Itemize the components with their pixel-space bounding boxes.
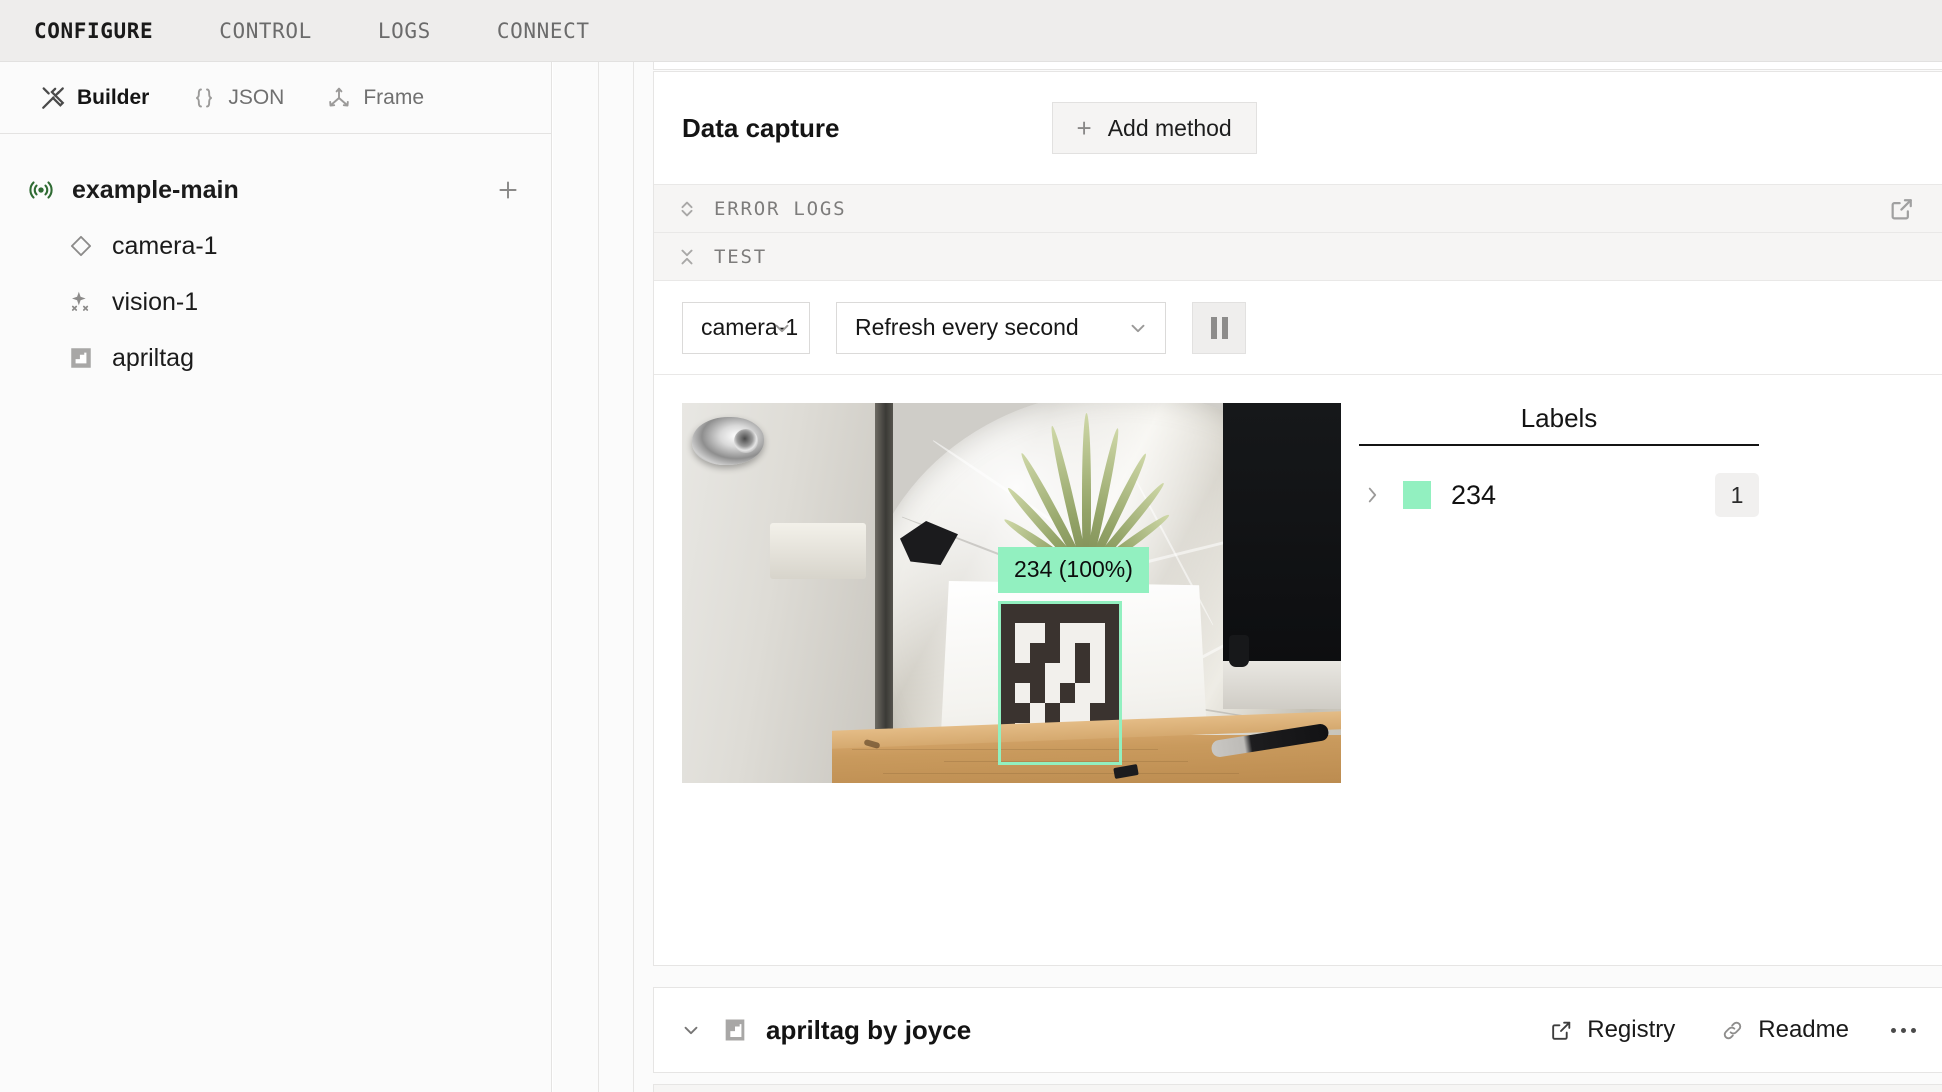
machine-signal-icon: [26, 175, 56, 205]
label-count-badge: 1: [1715, 473, 1759, 517]
diamond-icon: [66, 231, 96, 261]
add-method-label: Add method: [1107, 114, 1232, 141]
main-content-area: Data capture + Add method ERROR LOGS TES…: [553, 62, 1942, 1092]
next-card-top-edge: [653, 1084, 1942, 1092]
add-method-button[interactable]: + Add method: [1051, 102, 1257, 154]
section-label-test: TEST: [714, 245, 767, 268]
chevron-down-icon: [1127, 317, 1149, 339]
test-controls-row: camera-1 Refresh every second: [654, 281, 1942, 375]
braces-icon: [191, 85, 217, 111]
external-link-icon[interactable]: [1888, 195, 1916, 223]
resource-tree: example-main camera-1 vision-1 apriltag: [0, 134, 551, 386]
chevron-down-icon: [771, 317, 793, 339]
tree-item-camera-1-label: camera-1: [112, 231, 218, 260]
sidebar-tab-builder-label: Builder: [77, 85, 150, 109]
detection-label: 234 (100%): [998, 547, 1149, 593]
rail-divider-left: [598, 62, 599, 1092]
sidebar-tab-builder[interactable]: Builder: [40, 85, 149, 111]
sidebar-tab-frame-label: Frame: [363, 85, 425, 109]
stream-and-labels-row: 234 (100%) Labels 234 1: [654, 375, 1942, 813]
top-navigation-bar: CONFIGURE CONTROL LOGS CONNECT: [0, 0, 1942, 62]
label-row[interactable]: 234 1: [1359, 466, 1759, 524]
tree-item-apriltag-label: apriltag: [112, 343, 194, 372]
detection-bounding-box: [998, 601, 1122, 765]
tab-configure[interactable]: CONFIGURE: [34, 19, 153, 43]
pause-icon-bar2: [1221, 316, 1228, 339]
axes-icon: [326, 85, 352, 111]
door-knob: [692, 417, 764, 465]
tree-item-apriltag[interactable]: apriltag: [0, 330, 551, 386]
expand-vertical-icon: [674, 196, 700, 222]
tree-item-vision-1[interactable]: vision-1: [0, 274, 551, 330]
data-capture-row: Data capture + Add method: [654, 72, 1942, 185]
tab-logs[interactable]: LOGS: [378, 19, 431, 43]
window-sill: [1223, 661, 1341, 709]
section-header-error-logs[interactable]: ERROR LOGS: [654, 185, 1942, 233]
camera-stream-image[interactable]: 234 (100%): [682, 403, 1341, 783]
readme-link[interactable]: Readme: [1719, 1016, 1849, 1044]
module-card-header[interactable]: apriltag by joyce Registry Readme: [654, 988, 1942, 1072]
add-resource-button[interactable]: [493, 175, 523, 205]
refresh-interval-select[interactable]: Refresh every second: [836, 301, 1166, 354]
label-color-swatch: [1403, 481, 1431, 509]
tools-icon: [40, 85, 66, 111]
tree-item-camera-1[interactable]: camera-1: [0, 218, 551, 274]
module-card-actions: Registry Readme: [1504, 1016, 1916, 1044]
tree-item-example-main[interactable]: example-main: [0, 162, 551, 218]
rail-divider-right: [633, 62, 634, 1092]
chevron-down-icon[interactable]: [678, 1017, 704, 1043]
sparkle-vision-icon: [66, 287, 96, 317]
monitor-screen: [1223, 403, 1341, 665]
readme-link-label: Readme: [1758, 1016, 1849, 1043]
camera-select[interactable]: camera-1: [682, 301, 810, 354]
sidebar-tab-json[interactable]: JSON: [191, 85, 284, 111]
sidebar-tab-frame[interactable]: Frame: [326, 85, 424, 111]
scrolled-off-card: [653, 62, 1942, 70]
registry-link[interactable]: Registry: [1548, 1016, 1675, 1044]
apriltag-icon: [66, 343, 96, 373]
labels-panel: Labels 234 1: [1359, 403, 1759, 783]
module-card-title: apriltag by joyce: [766, 1014, 972, 1045]
refresh-interval-value: Refresh every second: [855, 314, 1079, 340]
ellipsis-icon[interactable]: [1891, 1027, 1916, 1033]
chevron-right-icon[interactable]: [1359, 482, 1385, 508]
door-jamb: [875, 403, 893, 783]
tab-connect[interactable]: CONNECT: [497, 19, 590, 43]
data-capture-title: Data capture: [682, 112, 840, 143]
registry-link-label: Registry: [1587, 1016, 1676, 1043]
plus-icon: +: [1076, 113, 1092, 143]
labels-panel-title: Labels: [1359, 403, 1759, 446]
pause-stream-button[interactable]: [1192, 301, 1246, 354]
label-name: 234: [1451, 479, 1497, 510]
sidebar-tab-json-label: JSON: [228, 85, 285, 109]
apriltag-icon: [720, 1015, 750, 1045]
section-label-error-logs: ERROR LOGS: [714, 197, 847, 220]
external-link-icon: [1548, 1017, 1574, 1043]
test-section-body: camera-1 Refresh every second 234 (100%)…: [654, 281, 1942, 813]
section-header-test[interactable]: TEST: [654, 233, 1942, 281]
pause-icon: [1210, 316, 1217, 339]
configuration-card: Data capture + Add method ERROR LOGS TES…: [653, 71, 1942, 966]
sidebar: Builder JSON Frame example-main camera-1…: [0, 62, 552, 1092]
desk-clamp: [1229, 635, 1249, 667]
collapse-vertical-icon: [674, 244, 700, 270]
plant-pot: [770, 523, 866, 579]
module-card: apriltag by joyce Registry Readme: [653, 987, 1942, 1073]
sidebar-tab-bar: Builder JSON Frame: [0, 62, 551, 134]
tree-item-example-main-label: example-main: [72, 175, 239, 204]
tree-item-vision-1-label: vision-1: [112, 287, 199, 316]
tab-control[interactable]: CONTROL: [219, 19, 312, 43]
link-chain-icon: [1719, 1017, 1745, 1043]
